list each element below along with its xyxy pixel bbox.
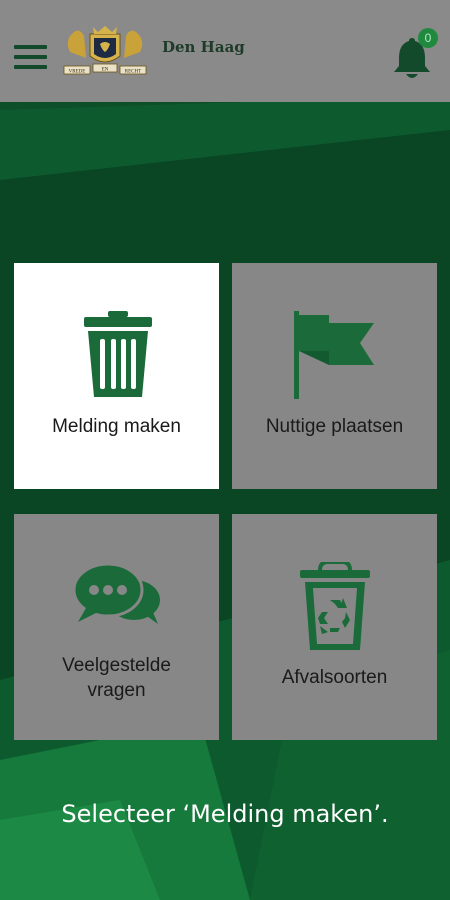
svg-text:EN: EN [102,68,109,73]
tile-label-line-2: vragen [87,680,146,701]
city-name: Den Haag [162,38,245,56]
app-header: VREDE EN RECHT Den Haag 0 [0,0,450,102]
tile-veelgestelde-vragen[interactable]: Veelgestelde vragen [14,514,219,740]
tile-nuttige-plaatsen[interactable]: Nuttige plaatsen [232,263,437,489]
tile-label: Nuttige plaatsen [265,416,404,437]
hamburger-menu-icon[interactable] [14,42,47,72]
notification-count-badge: 0 [418,28,438,48]
svg-text:RECHT: RECHT [125,70,141,75]
tile-melding-maken[interactable]: Melding maken [14,263,219,489]
instruction-text: Selecteer ‘Melding maken’. [61,800,389,828]
city-crest-logo: VREDE EN RECHT [63,26,147,75]
tile-label-line-1: Veelgestelde [62,655,171,676]
svg-text:VREDE: VREDE [69,70,86,75]
chat-bubbles-icon [72,562,160,624]
tile-label: Melding maken [52,416,181,437]
flag-icon [294,311,374,399]
tile-afvalsoorten[interactable]: Afvalsoorten [232,514,437,740]
recycle-bin-icon [300,562,370,650]
tile-label: Afvalsoorten [281,667,388,688]
trash-bin-icon [84,311,152,397]
